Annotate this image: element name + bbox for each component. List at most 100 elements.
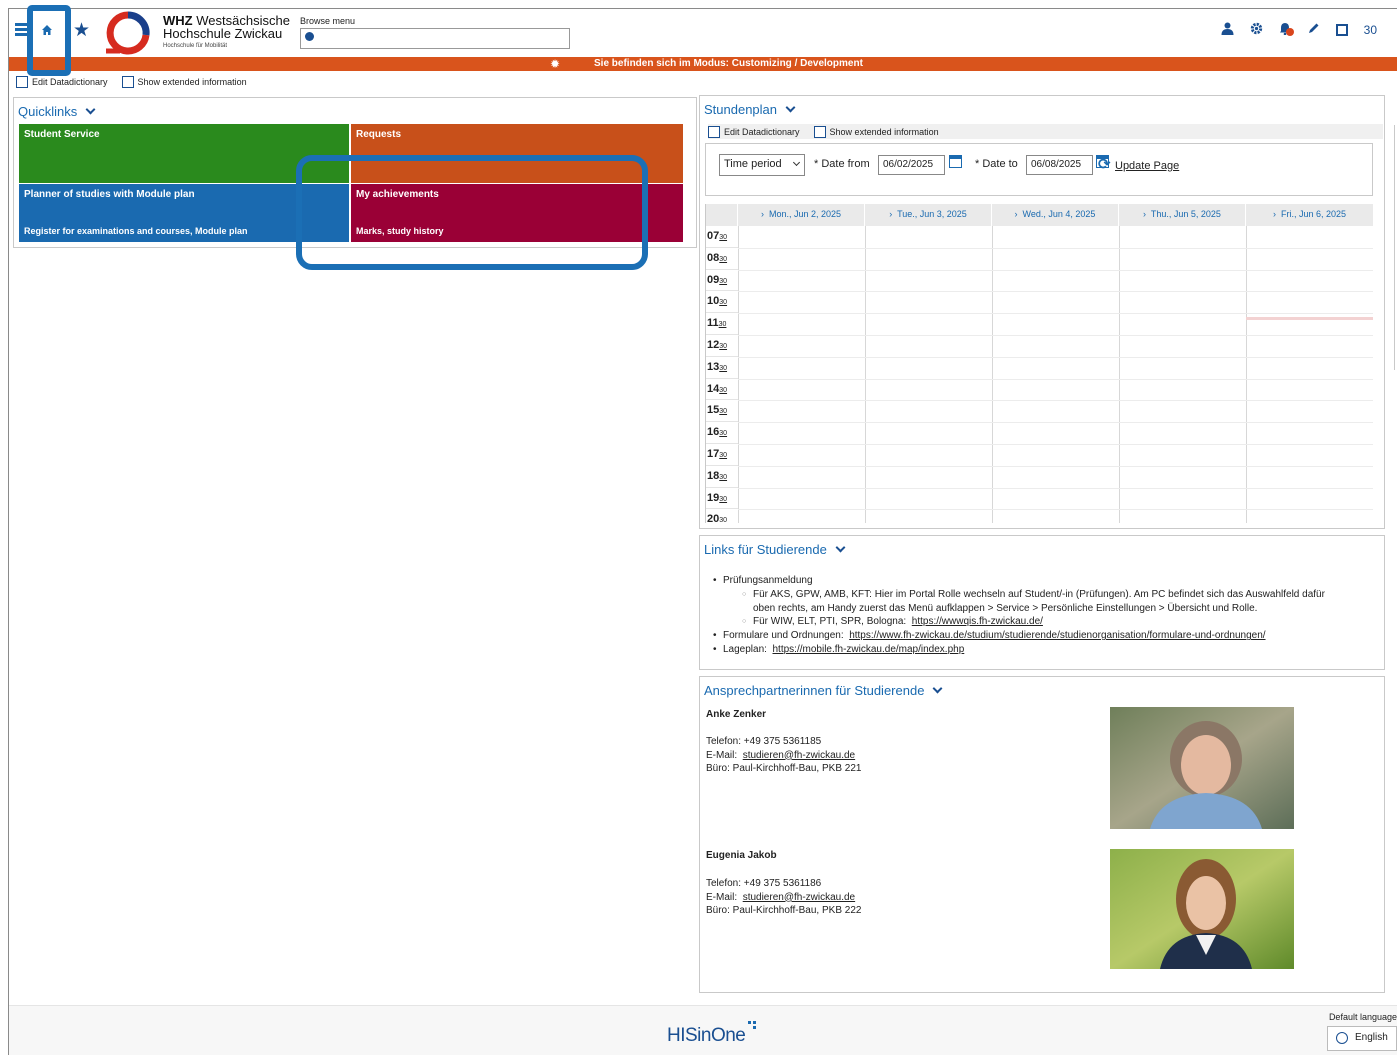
time-slot: 2030	[706, 509, 738, 523]
contact-email-label: E-Mail:	[706, 891, 738, 903]
list-item: Für WIW, ELT, PTI, SPR, Bologna: https:/…	[723, 615, 1373, 629]
logo-line2: Hochschule Zwickau	[163, 26, 283, 41]
list-item: Formulare und Ordnungen: https://www.fh-…	[713, 629, 1373, 643]
whz-logo-icon	[102, 11, 154, 55]
grid-row-line	[738, 269, 1373, 271]
schedule-checkboxes: Edit Datadictionary Show extended inform…	[708, 124, 1383, 139]
contact-photo	[1110, 707, 1294, 829]
day-header-wed[interactable]: › Wed., Jun 4, 2025	[992, 204, 1119, 226]
grid-row-line	[738, 378, 1373, 380]
time-period-select[interactable]: Time period	[719, 154, 805, 176]
footer: HISinOne Default language English	[9, 1005, 1397, 1055]
contact-info: Telefon: +49 375 5361186 E-Mail: studier…	[706, 877, 861, 918]
time-slot: 1930	[706, 488, 738, 510]
edit-datadictionary-label: Edit Datadictionary	[724, 126, 800, 137]
date-to-input[interactable]: 06/08/2025	[1026, 155, 1093, 175]
notification-badge	[1285, 28, 1294, 36]
time-slot: 1630	[706, 422, 738, 444]
quicklinks-title[interactable]: Quicklinks	[18, 104, 96, 119]
logo-line3: Hochschule für Mobilität	[163, 43, 228, 49]
grid-row-line	[738, 422, 1373, 424]
chevron-down-icon[interactable]	[932, 683, 943, 694]
contact-email-link[interactable]: studieren@fh-zwickau.de	[743, 750, 855, 761]
links-title[interactable]: Links für Studierende	[704, 542, 846, 557]
day-header-tue[interactable]: › Tue., Jun 3, 2025	[865, 204, 992, 226]
mode-bar: ✹ Sie befinden sich im Modus: Customizin…	[9, 57, 1397, 71]
contact-phone: Telefon: +49 375 5361186	[706, 878, 822, 889]
refresh-icon: ⟳	[1098, 156, 1111, 173]
schedule-filter-form: Time period * Date from 06/02/2025 * Dat…	[705, 143, 1373, 196]
time-slot: 1530	[706, 400, 738, 423]
schedule-title[interactable]: Stundenplan	[704, 102, 796, 117]
hisinone-logo: HISinOne	[667, 1021, 757, 1047]
time-slot: 0930	[706, 270, 738, 292]
list-item: Für AKS, GPW, AMB, KFT: Hier im Portal R…	[723, 588, 1373, 602]
top-checkboxes: Edit Datadictionary Show extended inform…	[16, 76, 247, 88]
favorites-star-icon[interactable]: ★	[73, 19, 90, 42]
contact-info: Telefon: +49 375 5361185 E-Mail: studier…	[706, 735, 861, 776]
show-extended-checkbox[interactable]	[121, 76, 134, 88]
grid-row-line	[738, 335, 1373, 336]
chevron-down-icon[interactable]	[785, 102, 796, 113]
contact-photo	[1110, 849, 1294, 969]
time-column: 0730 0830 0930 1030 1130 1230 1330 1430 1530 1630…	[706, 226, 738, 523]
lageplan-link[interactable]: https://mobile.fh-zwickau.de/map/index.p…	[773, 644, 965, 655]
chevron-down-icon[interactable]	[835, 542, 846, 553]
day-header-fri[interactable]: › Fri., Jun 6, 2025	[1246, 204, 1373, 226]
language-button[interactable]: English	[1327, 1026, 1397, 1051]
mode-text: Sie befinden sich im Modus: Customizing …	[594, 58, 863, 69]
calendar-icon[interactable]	[949, 155, 962, 168]
top-header: ★ WHZ Westsächsische Hochschule Zwickau …	[9, 9, 1397, 57]
grid-row-line	[738, 247, 1373, 249]
notifications-bell-icon[interactable]	[1279, 22, 1294, 38]
update-page-button[interactable]: ⟳ Update Page	[1098, 156, 1179, 173]
globe-icon	[1336, 1032, 1348, 1044]
list-item: Prüfungsanmeldung	[713, 574, 1373, 588]
user-icon[interactable]	[1221, 22, 1234, 38]
edit-datadictionary-checkbox[interactable]	[16, 76, 28, 88]
edit-datadictionary-checkbox[interactable]	[708, 125, 720, 138]
chevron-down-icon	[792, 158, 801, 167]
whz-logo-text: WHZ Westsächsische Hochschule Zwickau Ho…	[163, 14, 290, 53]
show-extended-label: Show extended information	[829, 126, 939, 137]
contacts-title[interactable]: Ansprechpartnerinnen für Studierende	[704, 683, 943, 698]
highlight-home-box	[27, 5, 71, 76]
day-header-mon[interactable]: › Mon., Jun 2, 2025	[738, 204, 865, 226]
highlight-achievements-box	[296, 155, 648, 270]
show-extended-checkbox[interactable]	[813, 125, 826, 138]
time-slot: 1730	[706, 444, 738, 466]
date-from-input[interactable]: 06/02/2025	[878, 155, 945, 175]
session-counter: 30	[1363, 23, 1377, 37]
time-slot: 1130	[706, 313, 738, 335]
mode-gear-icon[interactable]: ✹	[550, 57, 560, 71]
chevron-down-icon[interactable]	[85, 104, 96, 115]
links-list: Prüfungsanmeldung Für AKS, GPW, AMB, KFT…	[713, 574, 1373, 657]
tile-title: Student Service	[24, 129, 100, 140]
list-item: Lageplan: https://mobile.fh-zwickau.de/m…	[713, 643, 1373, 657]
header-icons: 30	[1221, 22, 1397, 38]
contact-phone: Telefon: +49 375 5361185	[706, 736, 822, 747]
time-slot: 0730	[706, 226, 738, 248]
contact-email-label: E-Mail:	[706, 749, 738, 761]
show-extended-label: Show extended information	[137, 77, 247, 87]
time-header	[706, 204, 738, 226]
hisinone-dots-icon	[748, 1021, 757, 1030]
contact-office: Büro: Paul-Kirchhoff-Bau, PKB 222	[706, 905, 862, 916]
grid-row-line	[738, 487, 1373, 489]
search-icon	[305, 32, 314, 41]
gear-icon[interactable]	[1250, 22, 1263, 38]
browse-menu-label: Browse menu	[300, 16, 356, 26]
edit-pencil-icon[interactable]	[1307, 22, 1320, 38]
window-square-icon[interactable]	[1335, 24, 1348, 36]
browse-menu-input[interactable]	[300, 28, 570, 49]
wwwqis-link[interactable]: https://wwwqis.fh-zwickau.de/	[912, 616, 1043, 627]
date-from-label: * Date from	[814, 158, 870, 170]
time-slot: 1430	[706, 379, 738, 401]
contact-name: Eugenia Jakob	[706, 850, 777, 861]
default-language-label: Default language	[1328, 1012, 1397, 1022]
time-slot: 0830	[706, 248, 738, 270]
contact-email-link[interactable]: studieren@fh-zwickau.de	[743, 892, 855, 903]
formulare-link[interactable]: https://www.fh-zwickau.de/studium/studie…	[849, 630, 1265, 641]
day-header-thu[interactable]: › Thu., Jun 5, 2025	[1119, 204, 1246, 226]
contacts-panel: Ansprechpartnerinnen für Studierende Ank…	[699, 676, 1385, 993]
